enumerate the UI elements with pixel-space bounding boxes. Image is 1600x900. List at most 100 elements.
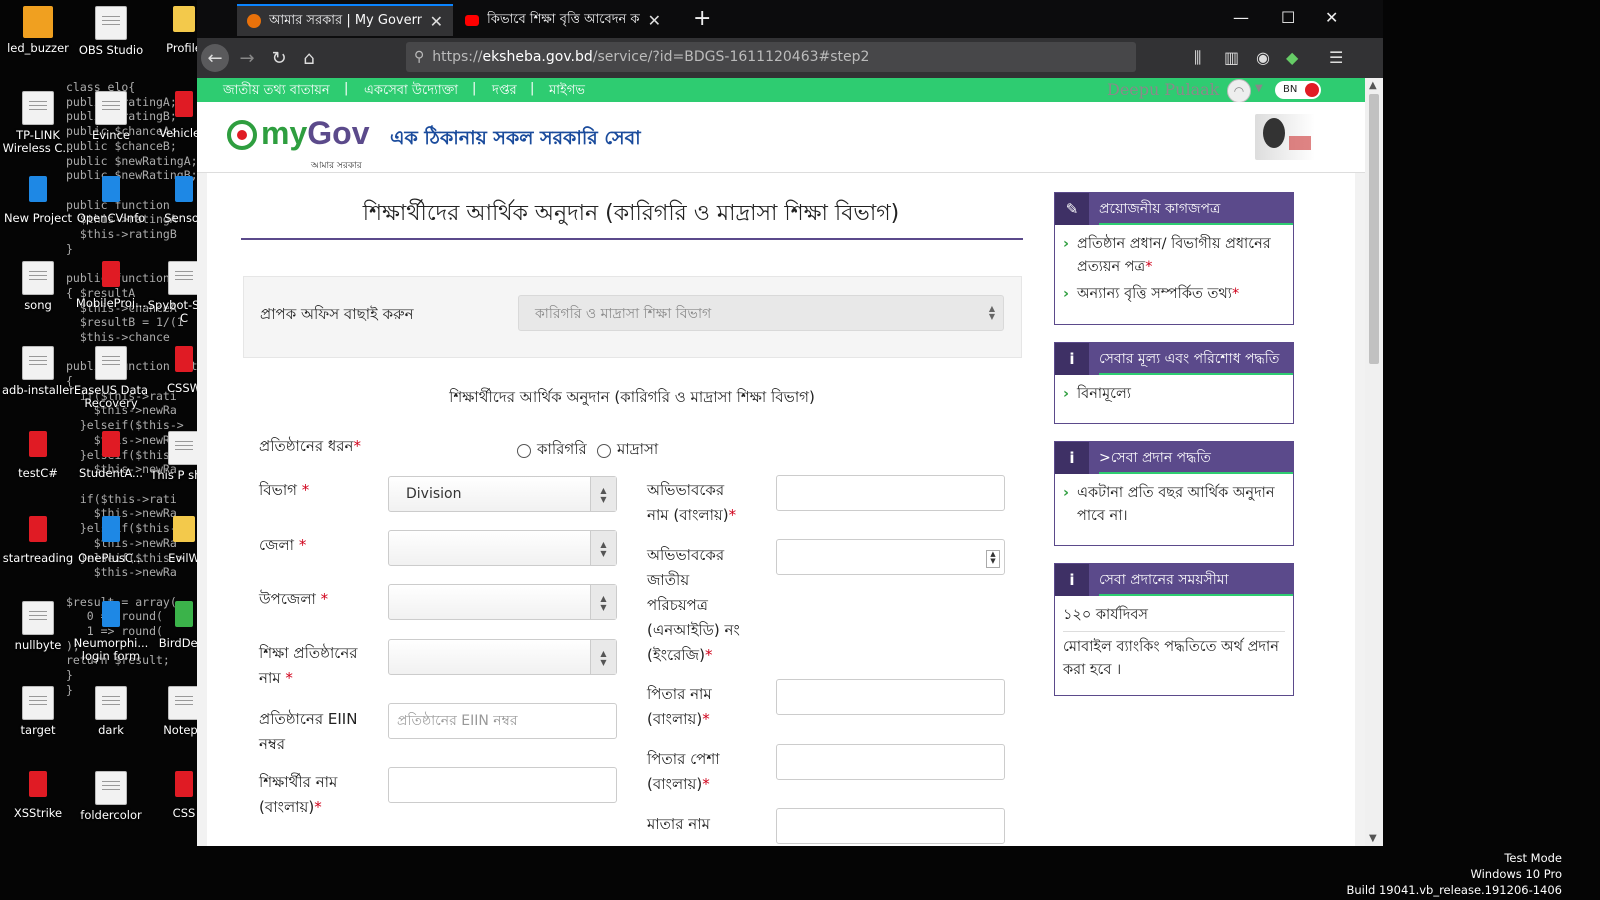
close-tab-icon[interactable]: ✕	[648, 11, 661, 30]
logo-subtitle: আমার সরকার	[311, 161, 362, 171]
reload-button[interactable]: ↻	[265, 44, 293, 72]
desktop-icon-label: target	[20, 723, 56, 737]
father-occupation-label: পিতার পেশা (বাংলায়)*	[647, 747, 747, 797]
folder-icon	[175, 176, 193, 202]
maximize-button[interactable]: ☐	[1281, 8, 1295, 27]
desktop-icon[interactable]: startreading	[0, 516, 76, 565]
code-line: $this->chance	[66, 329, 170, 344]
forward-button[interactable]: →	[233, 44, 261, 72]
desktop-icon[interactable]: StudentA...	[73, 431, 149, 480]
upazila-select[interactable]: ▲ ▼	[388, 584, 617, 620]
mother-name-input[interactable]	[776, 808, 1005, 844]
folder-icon	[29, 431, 47, 457]
topnav-link-info-portal[interactable]: জাতীয় তথ্য বাতায়ন	[223, 81, 330, 102]
language-label: BN	[1283, 84, 1298, 95]
guardian-name-label: অভিভাবকের নাম (বাংলায়)*	[647, 478, 747, 528]
topnav-link-mygov[interactable]: মাইগভ	[549, 81, 585, 102]
desktop-icon[interactable]: song	[0, 261, 76, 312]
youtube-icon	[465, 14, 479, 26]
radio-madrasa[interactable]: মাদ্রাসা	[597, 438, 658, 463]
card-header: i সেবা প্রদানের সময়সীমা	[1055, 564, 1293, 596]
desktop-icon[interactable]: target	[0, 686, 76, 737]
desktop-icon[interactable]: testC#	[0, 431, 76, 480]
sidebar-icon[interactable]: ▥	[1224, 48, 1239, 67]
district-select[interactable]: ▲ ▼	[388, 530, 617, 566]
user-name[interactable]: Deepu Pulaak	[1107, 80, 1219, 99]
desktop-icon[interactable]: New Project	[0, 176, 76, 225]
tab-bar: আমার সরকার | My Governmen ✕ কিভাবে শিক্ষ…	[197, 0, 1383, 38]
scroll-up-icon[interactable]: ▲	[1369, 80, 1377, 91]
card-title: সেবার মূল্য এবং পরিশোধ পদ্ধতি	[1099, 351, 1280, 367]
desktop-icon[interactable]: OBS Studio	[73, 6, 149, 57]
desktop-icon[interactable]: foldercolor	[73, 771, 149, 822]
topnav-link-office[interactable]: দপ্তর	[492, 81, 517, 102]
menu-icon[interactable]: ☰	[1329, 48, 1343, 67]
number-stepper-icon[interactable]: ▲ ▼	[986, 550, 1000, 568]
account-icon[interactable]: ◉	[1256, 48, 1270, 67]
father-name-input[interactable]	[776, 679, 1005, 715]
site-tagline: এক ঠিকানায় সকল সরকারি সেবা	[390, 127, 641, 149]
file-icon	[168, 686, 200, 720]
page-scrollbar[interactable]: ▲ ▼	[1365, 78, 1383, 846]
required-mark: *	[285, 669, 293, 687]
student-name-label: শিক্ষার্থীর নাম (বাংলায়)*	[259, 770, 369, 820]
scrollbar-thumb[interactable]	[1369, 94, 1379, 364]
close-tab-icon[interactable]: ✕	[430, 12, 443, 31]
father-occupation-input[interactable]	[776, 744, 1005, 780]
avatar-icon[interactable]: ◠	[1227, 79, 1251, 103]
card-body: ১২০ কার্যদিবস মোবাইল ব্যাংকিং পদ্ধতিতে অ…	[1055, 596, 1293, 690]
desktop-icon[interactable]: led_buzzer	[0, 6, 76, 55]
chevron-down-icon[interactable]: ▼	[1255, 83, 1263, 94]
address-bar[interactable]: ⚲ https://eksheba.gov.bd/service/?id=BDG…	[406, 42, 1136, 72]
mygov-logo[interactable]: myGov আমার সরকার	[227, 116, 369, 171]
office-select-panel: প্রাপক অফিস বাছাই করুন কারিগরি ও মাদ্রাস…	[243, 276, 1022, 358]
url-host: eksheba.gov.bd	[482, 49, 593, 65]
scroll-down-icon[interactable]: ▼	[1369, 833, 1377, 844]
office-select[interactable]: কারিগরি ও মাদ্রাসা শিক্ষা বিভাগ ▲ ▼	[518, 295, 1004, 331]
library-icon[interactable]: ⫼	[1194, 48, 1201, 68]
desktop-icon[interactable]: OpenCVInfo	[73, 176, 149, 225]
minimize-button[interactable]: —	[1233, 8, 1249, 27]
desktop-icon[interactable]: nullbyte	[0, 601, 76, 652]
guardian-name-input[interactable]	[776, 475, 1005, 511]
home-icon[interactable]: ⌂	[295, 44, 323, 72]
desktop-icon[interactable]: Evince	[73, 91, 149, 142]
radio-karigori[interactable]: কারিগরি	[517, 438, 587, 463]
watermark-line: Build 19041.vb_release.191206-1406	[1346, 883, 1562, 897]
language-toggle[interactable]: BN	[1275, 81, 1321, 99]
desktop-icon[interactable]: dark	[73, 686, 149, 737]
desktop-icon[interactable]: adb-installer	[0, 346, 76, 397]
student-name-input[interactable]	[388, 767, 617, 803]
desktop-icon-label: New Project	[3, 211, 73, 225]
eiin-input[interactable]: প্রতিষ্ঠানের EIIN নম্বর	[388, 703, 617, 739]
upazila-label: উপজেলা *	[259, 587, 328, 612]
division-select[interactable]: Division ▲ ▼	[388, 476, 617, 512]
close-window-button[interactable]: ✕	[1325, 8, 1338, 27]
info-icon: i	[1055, 343, 1089, 375]
desktop-icon[interactable]: OnePlusC...	[73, 516, 149, 565]
tab-mygov[interactable]: আমার সরকার | My Governmen ✕	[237, 4, 453, 36]
radio-circle[interactable]	[517, 443, 531, 458]
radio-circle[interactable]	[597, 443, 611, 458]
desktop-icon[interactable]: EaseUS Data Recovery	[73, 346, 149, 410]
extension-icon[interactable]: ◆	[1286, 48, 1298, 67]
back-button[interactable]: ←	[201, 44, 229, 72]
institution-select[interactable]: ▲ ▼	[388, 639, 617, 675]
desktop-icon[interactable]: MobileProj...	[73, 261, 149, 310]
desktop-icon[interactable]: TP-LINK Wireless C...	[0, 91, 76, 155]
desktop-icon-label: OnePlusC...	[78, 551, 144, 565]
desktop-icon[interactable]: XSStrike	[0, 771, 76, 820]
tab-youtube[interactable]: কিভাবে শিক্ষা বৃত্তি আবেদন করে ✕	[455, 4, 671, 36]
card-body: বিনামূল্যে	[1055, 375, 1293, 414]
list-item: একটানা প্রতি বছর আর্থিক অনুদান পাবে না।	[1063, 482, 1285, 528]
payment-note: মোবাইল ব্যাংকিং পদ্ধতিতে অর্থ প্রদান করা…	[1063, 631, 1285, 682]
title-divider	[241, 238, 1023, 240]
desktop-icon-label: nullbyte	[14, 638, 62, 652]
code-line: $this->ratingB	[66, 227, 177, 242]
topnav-link-ekseba[interactable]: একসেবা উদ্যোক্তা	[364, 81, 458, 102]
new-tab-button[interactable]: +	[693, 6, 711, 31]
desktop-icon[interactable]: Neumorphi... login form	[73, 601, 149, 663]
guardian-nid-input[interactable]: ▲ ▼	[776, 539, 1005, 575]
code-line: public $newRatingA;	[66, 153, 198, 168]
file-icon	[168, 431, 200, 465]
